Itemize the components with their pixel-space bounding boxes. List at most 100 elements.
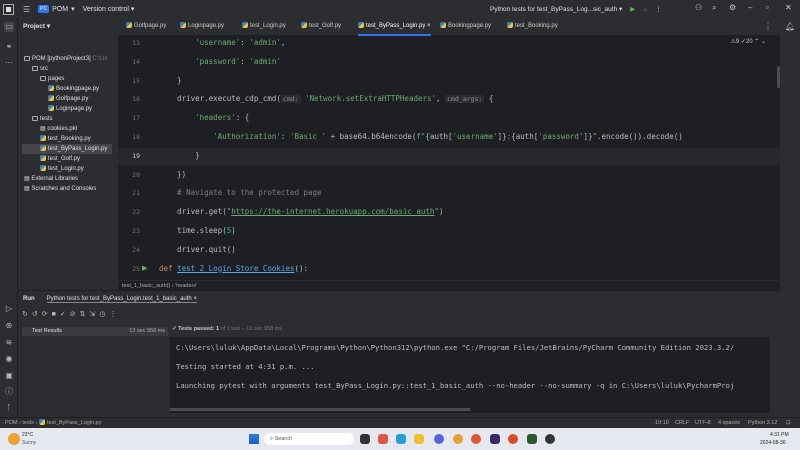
sort-icon[interactable]: ⇅ — [80, 311, 90, 318]
tab-test_booking-py[interactable]: test_Booking.py — [507, 18, 558, 36]
git-icon[interactable]: ᚴ — [4, 403, 14, 413]
app-icon-red[interactable] — [508, 434, 518, 444]
run-tool-icon[interactable]: ▷ — [4, 304, 14, 314]
tree-item[interactable]: Bookingpage.py — [48, 84, 99, 94]
settings-icon[interactable]: ⚙ — [729, 3, 736, 12]
vcs-menu[interactable]: Version control ▾ — [83, 5, 135, 13]
tree-item[interactable]: tests — [32, 114, 53, 124]
maximize-button[interactable]: ▫ — [766, 3, 769, 12]
history-icon[interactable]: ◷ — [99, 311, 109, 318]
more-icon[interactable]: ⋮ — [109, 311, 120, 318]
clock-time[interactable]: 4:31 PM — [770, 432, 789, 438]
structure-icon[interactable]: ⚭ — [4, 42, 14, 52]
tree-item-label: Golfpage.py — [56, 96, 89, 102]
show-ignored-icon[interactable]: ⊘ — [70, 311, 80, 318]
copilot-icon[interactable] — [378, 434, 388, 444]
code-line[interactable]: driver.get("https://the-internet.herokua… — [159, 207, 443, 216]
chrome-icon[interactable] — [453, 434, 463, 444]
tree-item[interactable]: POM [pythonProject3] C:\Us — [24, 54, 107, 64]
code-line[interactable]: driver.execute_cdp_cmd(cmd: 'Network.set… — [159, 94, 493, 104]
search-icon[interactable]: ⌕ — [712, 3, 716, 13]
tree-item[interactable]: ▤ Scratches and Consoles — [24, 184, 96, 194]
debug-icon[interactable]: ⌂ — [643, 6, 647, 13]
tree-item-label: src — [40, 66, 48, 72]
code-line[interactable]: 'password': 'admin' — [159, 57, 281, 66]
tree-item[interactable]: test_ByPass_Login.py — [22, 144, 112, 154]
code-line[interactable]: }) — [159, 170, 186, 179]
tab-test_bypass_login-py[interactable]: test_ByPass_Login.py × — [358, 18, 431, 36]
minimize-button[interactable]: – — [748, 3, 752, 12]
notifications-icon[interactable]: 🔔︎ — [785, 22, 795, 31]
import-icon[interactable]: ⇲ — [89, 311, 99, 318]
show-passed-icon[interactable]: ✓ — [60, 311, 70, 318]
tree-item[interactable]: test_Login.py — [40, 164, 84, 174]
code-editor[interactable]: ⚠9 ✓20 ⌃ ⌄ 13 'username': 'admin', 14 'pa… — [118, 36, 780, 279]
app-logo[interactable] — [3, 3, 14, 15]
code-line[interactable]: 'headers': { — [159, 113, 249, 122]
tab-test_golf-py[interactable]: test_Golf.py — [301, 18, 341, 36]
intellij-icon[interactable] — [490, 434, 500, 444]
tree-item[interactable]: pages — [40, 74, 64, 84]
code-line[interactable]: driver.quit() — [159, 245, 236, 254]
start-icon[interactable] — [249, 434, 259, 444]
code-line[interactable]: def test_2_Login_Store_Cookies(): — [159, 264, 308, 273]
file-explorer-icon[interactable] — [414, 434, 424, 444]
weather-icon[interactable] — [8, 433, 20, 445]
editor-scrollbar[interactable] — [777, 66, 780, 88]
test-results-row[interactable]: Test Results 13 sec 958 ms — [22, 327, 168, 336]
firefox-icon[interactable] — [471, 434, 481, 444]
app-icon[interactable] — [434, 434, 444, 444]
tree-item[interactable]: Golfpage.py — [48, 94, 88, 104]
code-line[interactable]: } — [159, 76, 182, 85]
run-icon[interactable]: ▶ — [630, 5, 635, 13]
inspection-widget[interactable]: ⚠9 ✓20 ⌃ ⌄ — [731, 38, 766, 45]
tree-item[interactable]: ▤ cookies.pkl — [40, 124, 77, 134]
tab-bookingpage-py[interactable]: Bookingpage.py — [440, 18, 491, 36]
code-line[interactable]: 'username': 'admin', — [159, 38, 285, 47]
close-button[interactable]: ✕ — [785, 3, 792, 12]
main-menu-icon[interactable]: ☰ — [23, 5, 30, 14]
rerun-failed-icon[interactable]: ↺ — [32, 311, 42, 318]
problems-icon[interactable]: ⓘ — [4, 387, 14, 397]
project-panel-title[interactable]: Project ▾ — [18, 18, 118, 34]
project-folder-icon[interactable]: ▭ — [4, 22, 14, 32]
edge-icon[interactable] — [396, 434, 406, 444]
code-line[interactable]: time.sleep(5) — [159, 226, 236, 235]
toggle-auto-test-icon[interactable]: ⟳ — [42, 311, 52, 318]
tab-run-config[interactable]: Python tests for test_ByPass_Login.test_… — [46, 296, 197, 303]
weather-desc: Sunny — [22, 440, 37, 446]
tree-item[interactable]: test_Booking.py — [40, 134, 91, 144]
breadcrumb[interactable]: test_1_basic_auth() › 'headers' — [118, 280, 780, 291]
tree-item-label: test_ByPass_Login.py — [48, 146, 108, 152]
project-selector[interactable]: PC POM ▾ — [38, 5, 75, 13]
code-line[interactable]: 'Authorization': 'Basic ' + base64.b64en… — [159, 132, 683, 141]
services-icon[interactable]: ◉ — [4, 354, 14, 364]
console-h-scrollbar[interactable] — [170, 408, 470, 411]
console-output[interactable]: C:\Users\luluk\AppData\Local\Programs\Py… — [170, 337, 770, 413]
code-line[interactable]: # Navigate to the protected page — [159, 188, 322, 197]
run-config-selector[interactable]: Python tests for test_ByPass_Log...sic_a… — [490, 5, 622, 13]
pycharm-icon[interactable] — [527, 434, 537, 444]
more-tools-icon[interactable]: ⋯ — [4, 58, 14, 68]
more-icon[interactable]: ⋮ — [655, 5, 662, 13]
python-packages-icon[interactable]: ⊛ — [4, 321, 14, 331]
app-icon-dark[interactable] — [545, 434, 555, 444]
tabs-more-icon[interactable]: ⋮ — [764, 22, 772, 31]
tree-item[interactable]: src — [32, 64, 48, 74]
stop-icon[interactable]: ■ — [52, 311, 60, 318]
task-view-icon[interactable] — [360, 434, 370, 444]
rerun-icon[interactable]: ↻ — [22, 311, 32, 318]
tree-item[interactable]: Loginpage.py — [48, 104, 92, 114]
tree-item[interactable]: test_Golf.py — [40, 154, 80, 164]
search-box[interactable]: ⌕ Search — [264, 433, 354, 445]
add-user-icon[interactable]: ⚇ — [695, 3, 702, 12]
tree-item[interactable]: ▤ External Libraries — [24, 174, 78, 184]
code-line[interactable]: } — [159, 151, 200, 160]
clock-date[interactable]: 2024-08-30 — [760, 440, 786, 446]
tab-test_login-py[interactable]: test_Login.py — [242, 18, 286, 36]
tab-loginpage-py[interactable]: Loginpage.py — [180, 18, 224, 36]
layers-icon[interactable]: ≋ — [4, 338, 14, 348]
run-gutter-icon[interactable]: ▶ — [142, 264, 147, 272]
terminal-icon[interactable]: ▣ — [4, 371, 14, 381]
tab-golfpage-py[interactable]: Golfpage.py — [126, 18, 166, 36]
